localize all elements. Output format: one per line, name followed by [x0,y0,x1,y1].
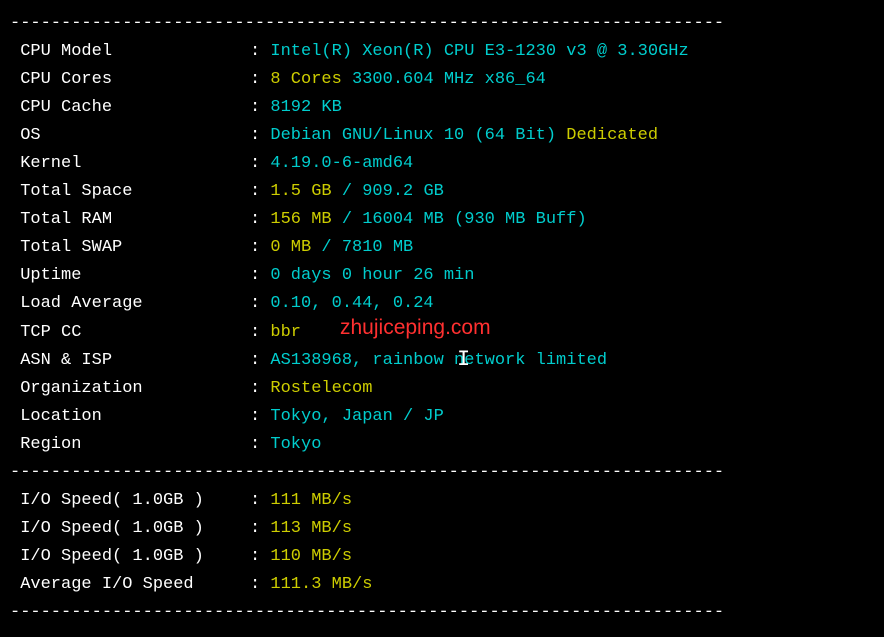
row-label: CPU Cache [10,94,250,122]
row-label: ASN & ISP [10,347,250,375]
info-row-9: Load Average : 0.10, 0.44, 0.24 [10,290,874,318]
colon-separator: : [250,262,270,290]
row-label: OS [10,122,250,150]
row-value: 4.19.0-6-amd64 [270,150,413,178]
colon-separator: : [250,403,270,431]
colon-separator: : [250,431,270,459]
colon-separator: : [250,375,270,403]
row-value: 111 MB/s [270,487,352,515]
info-row-3: OS : Debian GNU/Linux 10 (64 Bit) Dedica… [10,122,874,150]
colon-separator: : [250,38,270,66]
row-label: TCP CC [10,319,250,347]
row-label: Region [10,431,250,459]
row-value: 113 MB/s [270,515,352,543]
row-value: Debian GNU/Linux 10 (64 Bit) [270,122,566,150]
row-label: I/O Speed( 1.0GB ) [10,515,250,543]
colon-separator: : [250,290,270,318]
row-label: Total SWAP [10,234,250,262]
info-row-11: ASN & ISP : AS138968, rainbow network li… [10,347,874,375]
row-value: 0 days 0 hour 26 min [270,262,474,290]
row-value: 8 Cores [270,66,341,94]
row-value: 8192 KB [270,94,341,122]
row-value: 1.5 GB [270,178,331,206]
row-value: 0 MB [270,234,311,262]
row-value: Tokyo, Japan / JP [270,403,443,431]
terminal-output: ----------------------------------------… [10,10,874,627]
row-label: Total Space [10,178,250,206]
row-label: Kernel [10,150,250,178]
row-label: I/O Speed( 1.0GB ) [10,543,250,571]
colon-separator: : [250,206,270,234]
row-label: Location [10,403,250,431]
info-row-1: CPU Cores : 8 Cores 3300.604 MHz x86_64 [10,66,874,94]
divider-line: ----------------------------------------… [10,459,874,487]
row-label: Total RAM [10,206,250,234]
colon-separator: : [250,515,270,543]
colon-separator: : [250,487,270,515]
row-label: CPU Cores [10,66,250,94]
row-value: bbr [270,319,301,347]
colon-separator: : [250,571,270,599]
info-row-5: Total Space : 1.5 GB / 909.2 GB [10,178,874,206]
colon-separator: : [250,234,270,262]
info-row-8: Uptime : 0 days 0 hour 26 min [10,262,874,290]
row-value: / 7810 MB [311,234,413,262]
colon-separator: : [250,150,270,178]
row-label: CPU Model [10,38,250,66]
info-row-7: Total SWAP : 0 MB / 7810 MB [10,234,874,262]
colon-separator: : [250,543,270,571]
info-row-13: Location : Tokyo, Japan / JP [10,403,874,431]
row-value: Tokyo [270,431,321,459]
colon-separator: : [250,122,270,150]
row-value: 156 MB [270,206,331,234]
info-row-4: Kernel : 4.19.0-6-amd64 [10,150,874,178]
row-value: Dedicated [566,122,658,150]
colon-separator: : [250,178,270,206]
info-row-io-2: I/O Speed( 1.0GB ) : 110 MB/s [10,543,874,571]
colon-separator: : [250,94,270,122]
info-row-io-1: I/O Speed( 1.0GB ) : 113 MB/s [10,515,874,543]
row-value: / 16004 MB (930 MB Buff) [332,206,587,234]
row-value: AS138968, rainbow network limited [270,347,607,375]
info-row-14: Region : Tokyo [10,431,874,459]
row-value: 0.10, 0.44, 0.24 [270,290,433,318]
colon-separator: : [250,347,270,375]
row-value: 110 MB/s [270,543,352,571]
info-row-12: Organization : Rostelecom [10,375,874,403]
info-row-6: Total RAM : 156 MB / 16004 MB (930 MB Bu… [10,206,874,234]
info-row-io-3: Average I/O Speed : 111.3 MB/s [10,571,874,599]
row-value: 3300.604 MHz x86_64 [342,66,546,94]
divider-line: ----------------------------------------… [10,10,874,38]
row-value: 111.3 MB/s [270,571,372,599]
colon-separator: : [250,319,270,347]
row-value: Intel(R) Xeon(R) CPU E3-1230 v3 @ 3.30GH… [270,38,688,66]
row-label: Organization [10,375,250,403]
row-value: Rostelecom [270,375,372,403]
info-row-2: CPU Cache : 8192 KB [10,94,874,122]
divider-line: ----------------------------------------… [10,599,874,627]
row-label: I/O Speed( 1.0GB ) [10,487,250,515]
row-label: Load Average [10,290,250,318]
row-label: Uptime [10,262,250,290]
row-value: / 909.2 GB [332,178,444,206]
info-row-0: CPU Model : Intel(R) Xeon(R) CPU E3-1230… [10,38,874,66]
info-row-10: TCP CC : bbr [10,319,874,347]
row-label: Average I/O Speed [10,571,250,599]
colon-separator: : [250,66,270,94]
info-row-io-0: I/O Speed( 1.0GB ) : 111 MB/s [10,487,874,515]
